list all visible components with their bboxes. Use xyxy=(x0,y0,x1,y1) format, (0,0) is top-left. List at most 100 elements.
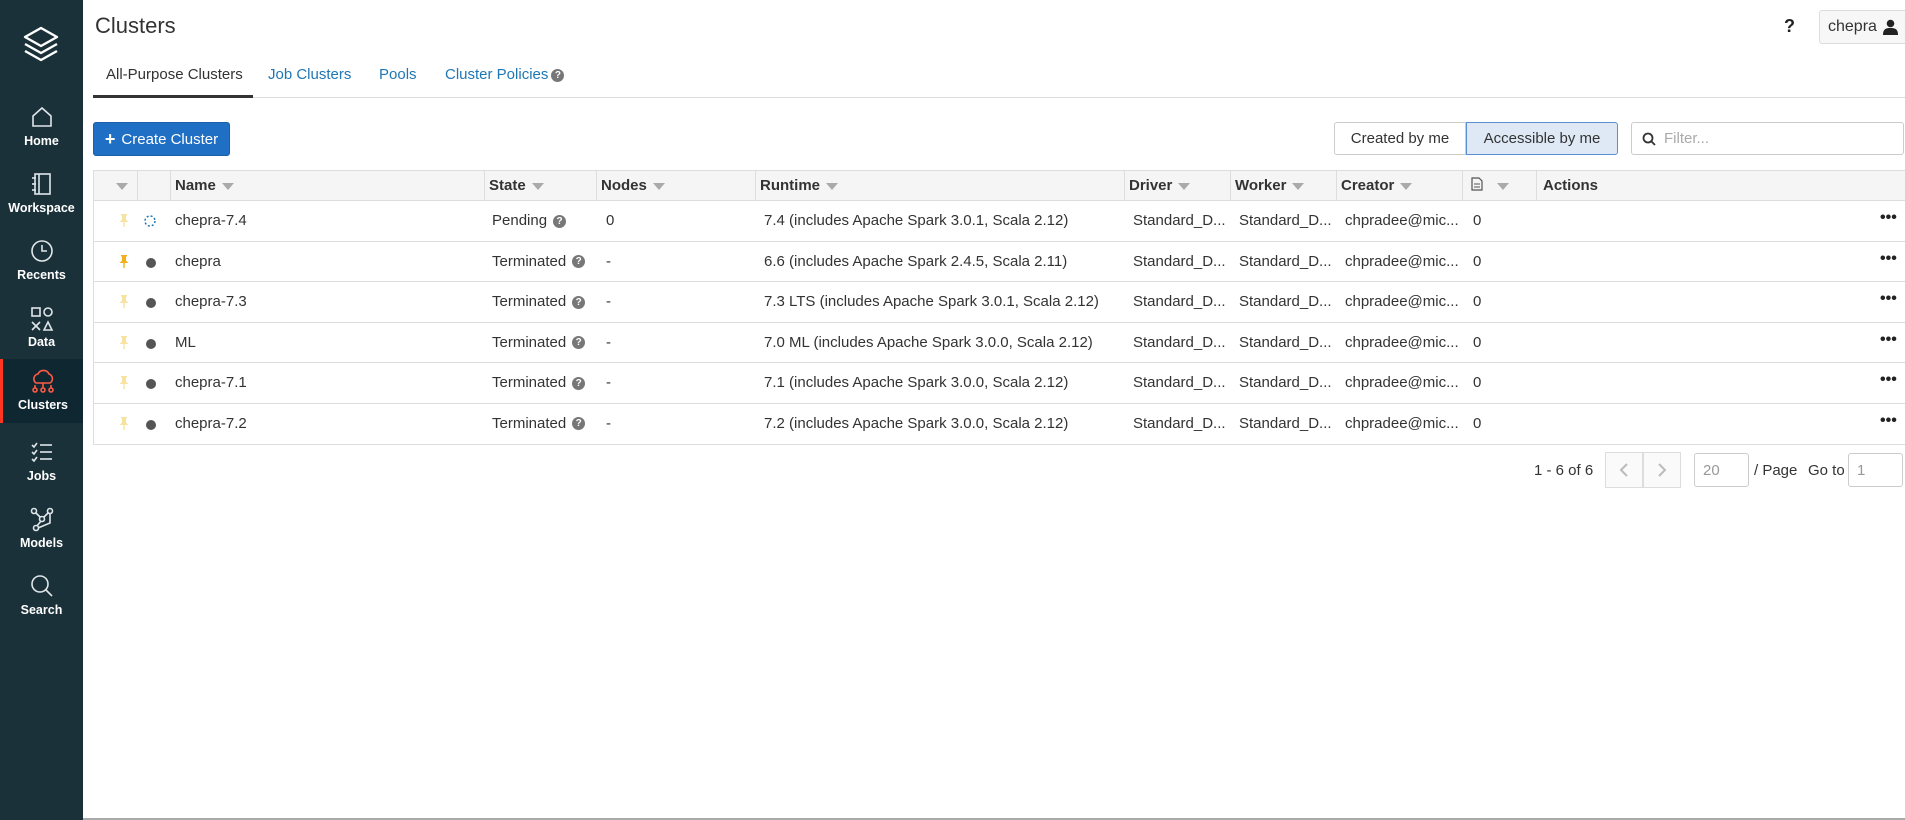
pin-icon[interactable] xyxy=(119,376,129,389)
cell-name-text: chepra xyxy=(175,252,221,270)
help-circle-icon[interactable]: ? xyxy=(572,376,586,390)
cell-name-text: chepra-7.4 xyxy=(175,212,247,229)
accessible-by-me-toggle[interactable]: Accessible by me xyxy=(1466,122,1618,155)
status-dot xyxy=(146,298,156,308)
pin-icon[interactable] xyxy=(119,254,129,268)
pin-icon[interactable] xyxy=(119,416,129,430)
cell-creator-text: chpradee@mic... xyxy=(1345,293,1459,310)
previous-page-button[interactable] xyxy=(1605,452,1643,488)
table-row[interactable]: chepra-7.1 Terminated? -7.1 (includes Apac… xyxy=(94,363,1905,404)
column-label: Name xyxy=(175,177,216,194)
column-runtime[interactable]: Runtime xyxy=(756,171,1125,201)
cell-name[interactable]: chepra-7.4 xyxy=(175,201,481,241)
created-by-me-toggle[interactable]: Created by me xyxy=(1334,122,1466,155)
column-worker[interactable]: Worker xyxy=(1231,171,1337,201)
cell-worker: Standard_D... xyxy=(1239,242,1333,282)
caret-down-icon xyxy=(652,182,665,190)
help-circle-icon[interactable]: ? xyxy=(572,336,586,350)
column-notebooks[interactable] xyxy=(1463,171,1537,201)
create-cluster-button[interactable]: + Create Cluster xyxy=(93,122,230,156)
column-creator[interactable]: Creator xyxy=(1337,171,1463,201)
cell-notebooks: 0 xyxy=(1473,404,1533,444)
sidebar-item-recents[interactable]: Recents xyxy=(0,229,83,291)
cell-state-text: Terminated xyxy=(492,333,567,351)
caret-down-icon xyxy=(1497,182,1509,190)
more-actions-button[interactable]: ••• xyxy=(1880,404,1897,444)
table-row[interactable]: chepra-7.2 Terminated? -7.2 (includes Apac… xyxy=(94,404,1905,445)
sidebar-item-clusters[interactable]: Clusters xyxy=(0,359,83,423)
pin-icon[interactable] xyxy=(119,335,129,349)
tab-label: Cluster Policies xyxy=(445,66,549,83)
cell-nodes-text: - xyxy=(606,252,611,270)
chevron-left-icon xyxy=(1619,463,1628,477)
caret-down-icon xyxy=(826,182,838,190)
cell-name[interactable]: chepra-7.3 xyxy=(175,282,481,322)
data-icon xyxy=(30,307,53,331)
pin-icon[interactable] xyxy=(119,214,129,227)
sidebar-item-label: Jobs xyxy=(26,469,57,483)
column-label: State xyxy=(489,177,526,194)
page-size-input[interactable] xyxy=(1694,453,1749,487)
column-driver[interactable]: Driver xyxy=(1125,171,1231,201)
tab-pools[interactable]: Pools xyxy=(379,66,417,83)
sidebar-item-jobs[interactable]: Jobs xyxy=(0,430,83,492)
tab-all-purpose-clusters[interactable]: All-Purpose Clusters xyxy=(106,66,243,83)
cell-worker: Standard_D... xyxy=(1239,323,1333,363)
cell-runtime-text: 7.1 (includes Apache Spark 3.0.0, Scala … xyxy=(764,374,1069,391)
cell-driver-text: Standard_D... xyxy=(1133,333,1226,351)
tab-job-clusters[interactable]: Job Clusters xyxy=(268,66,351,83)
cell-runtime-text: 6.6 (includes Apache Spark 2.4.5, Scala … xyxy=(764,252,1068,270)
cell-creator-text: chpradee@mic... xyxy=(1345,333,1459,351)
sidebar-item-home[interactable]: Home xyxy=(0,95,83,157)
cell-notebooks-text: 0 xyxy=(1473,252,1482,270)
column-nodes[interactable]: Nodes xyxy=(597,171,756,201)
more-actions-button[interactable]: ••• xyxy=(1880,363,1897,403)
cell-state: Terminated? xyxy=(492,404,592,444)
help-button[interactable]: ? xyxy=(1784,16,1795,37)
cell-name[interactable]: chepra xyxy=(175,242,481,282)
more-actions-button[interactable]: ••• xyxy=(1880,201,1897,241)
table-row[interactable]: chepra Terminated? -6.6 (includes Apache S… xyxy=(94,242,1905,282)
cell-state: Pending? xyxy=(492,201,592,241)
filter-input[interactable] xyxy=(1664,130,1894,147)
help-circle-icon[interactable]: ? xyxy=(551,68,565,82)
cell-creator: chpradee@mic... xyxy=(1345,404,1459,444)
sidebar-item-models[interactable]: Models xyxy=(0,497,83,559)
cell-notebooks: 0 xyxy=(1473,282,1533,322)
table-row[interactable]: chepra-7.4 Pending? 0 7.4 (includes Apache … xyxy=(94,201,1905,242)
help-circle-icon[interactable]: ? xyxy=(553,214,567,228)
help-circle-icon[interactable]: ? xyxy=(572,417,586,431)
cell-notebooks-text: 0 xyxy=(1473,374,1482,391)
databricks-logo[interactable] xyxy=(22,24,60,66)
sidebar-item-workspace[interactable]: Workspace xyxy=(0,162,83,224)
user-menu-button[interactable]: chepra xyxy=(1819,10,1905,44)
more-actions-button[interactable]: ••• xyxy=(1880,323,1897,363)
goto-page-input[interactable] xyxy=(1848,453,1903,487)
cell-name[interactable]: chepra-7.2 xyxy=(175,404,481,444)
cell-worker-text: Standard_D... xyxy=(1239,293,1332,310)
tab-cluster-policies[interactable]: Cluster Policies? xyxy=(445,66,565,83)
cell-name[interactable]: ML xyxy=(175,323,481,363)
workspace-icon xyxy=(31,173,51,195)
sidebar-item-data[interactable]: Data xyxy=(0,296,83,358)
cell-driver: Standard_D... xyxy=(1133,404,1228,444)
cell-name-text: chepra-7.1 xyxy=(175,374,247,391)
pin-icon[interactable] xyxy=(119,295,129,308)
column-label: Creator xyxy=(1341,177,1395,194)
table-row[interactable]: chepra-7.3 Terminated? -7.3 LTS (includes … xyxy=(94,282,1905,323)
cell-driver: Standard_D... xyxy=(1133,201,1228,241)
help-circle-icon[interactable]: ? xyxy=(572,295,586,309)
cell-name[interactable]: chepra-7.1 xyxy=(175,363,481,403)
sidebar-item-search[interactable]: Search xyxy=(0,564,83,626)
more-actions-button[interactable]: ••• xyxy=(1880,242,1897,282)
sidebar-item-label: Data xyxy=(27,335,56,349)
column-state[interactable]: State xyxy=(485,171,597,201)
select-all-column[interactable] xyxy=(94,171,138,201)
more-actions-button[interactable]: ••• xyxy=(1880,282,1897,322)
table-row[interactable]: ML Terminated? -7.0 ML (includes Apache Sp… xyxy=(94,323,1905,363)
help-circle-icon[interactable]: ? xyxy=(572,255,586,269)
next-page-button[interactable] xyxy=(1643,452,1681,488)
cell-worker-text: Standard_D... xyxy=(1239,212,1332,229)
user-icon xyxy=(1882,19,1898,35)
column-name[interactable]: Name xyxy=(171,171,485,201)
